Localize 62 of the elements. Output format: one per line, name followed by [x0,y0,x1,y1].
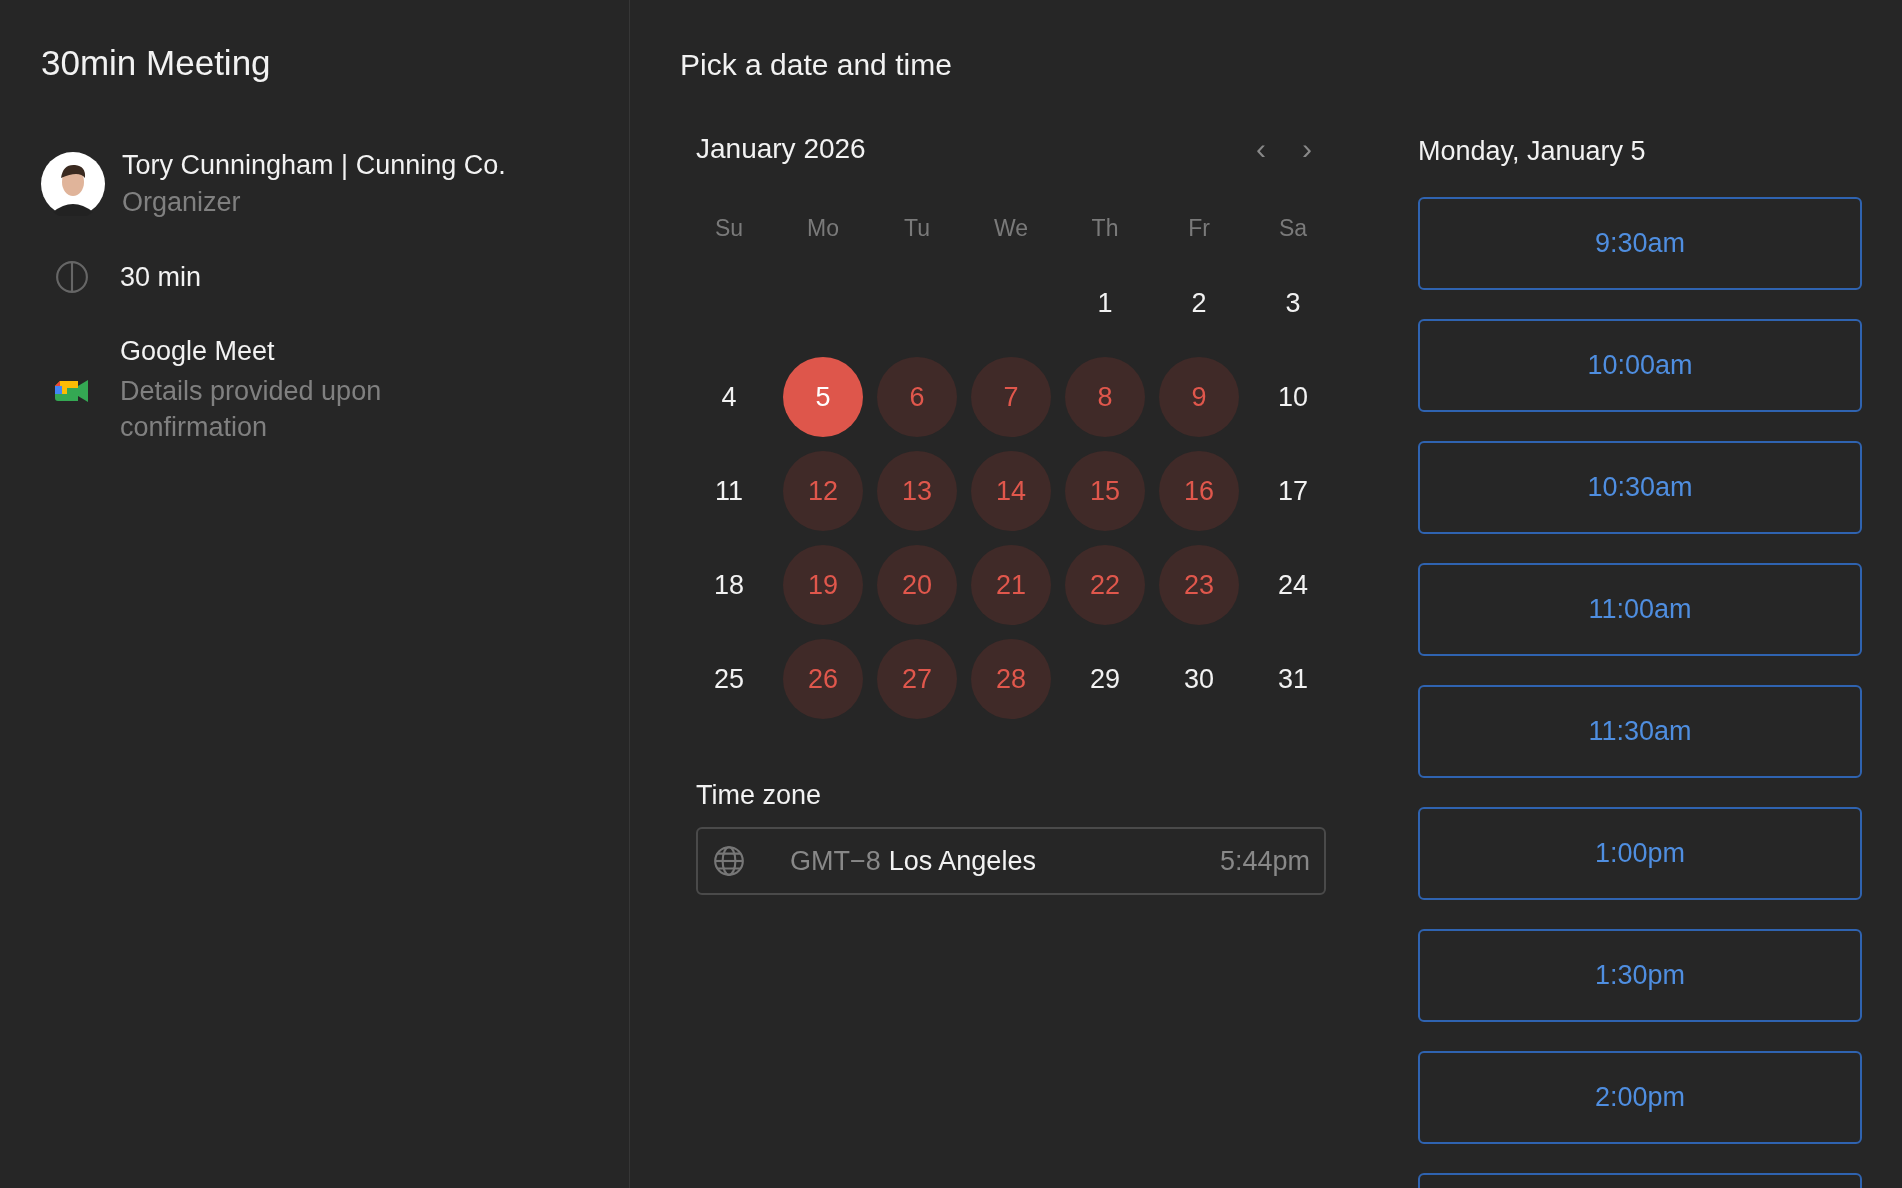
section-title: Pick a date and time [680,48,953,82]
day-number: 4 [721,381,737,413]
timezone-select[interactable]: GMT−8 Los Angeles 5:44pm [696,827,1326,895]
day-button[interactable]: 27 [877,639,957,719]
previous-month-button[interactable]: ‹ [1248,132,1274,166]
weekday-label: Sa [1277,213,1309,243]
half-circle-icon [55,260,89,294]
timezone-label: Time zone [696,780,823,811]
day-button[interactable]: 22 [1065,545,1145,625]
day-button[interactable]: 13 [877,451,957,531]
month-label: January 2026 [696,133,866,165]
day-number: 30 [1183,663,1214,695]
location-name: Google Meet [120,336,276,367]
time-slot-button[interactable]: 11:30am [1418,685,1862,778]
day-number: 3 [1285,287,1301,319]
day-number: 2 [1191,287,1207,319]
day-button[interactable]: 16 [1159,451,1239,531]
day-button[interactable]: 20 [877,545,957,625]
weekday-label: Th [1090,213,1120,243]
day-button[interactable]: 15 [1065,451,1145,531]
weekday-label: Tu [903,213,931,243]
time-slot-button[interactable]: 10:30am [1418,441,1862,534]
day-button[interactable]: 12 [783,451,863,531]
location-note: Details provided upon confirmation [120,375,383,444]
selected-date-heading: Monday, January 5 [1418,136,1647,167]
day-number: 24 [1277,569,1308,601]
next-month-button[interactable]: › [1294,132,1320,166]
day-button[interactable]: 7 [971,357,1051,437]
weekday-label: Mo [806,213,840,243]
day-button[interactable]: 8 [1065,357,1145,437]
organizer-name: Tory Cunningham | Cunning Co. [122,150,506,181]
day-number: 10 [1277,381,1308,413]
day-number: 17 [1277,475,1308,507]
avatar-icon [41,152,105,216]
day-button[interactable]: 6 [877,357,957,437]
time-slot-button[interactable]: 10:00am [1418,319,1862,412]
day-number: 31 [1277,663,1308,695]
day-button[interactable]: 14 [971,451,1051,531]
weekday-label: Su [713,213,745,243]
day-button[interactable]: 9 [1159,357,1239,437]
duration-text: 30 min [120,261,202,293]
globe-icon [712,844,746,878]
time-slot-button[interactable]: 11:00am [1418,563,1862,656]
day-number: 25 [713,663,744,695]
weekday-label: We [992,213,1030,243]
day-button[interactable]: 28 [971,639,1051,719]
time-slot-button[interactable]: 1:00pm [1418,807,1862,900]
day-number: 29 [1089,663,1120,695]
day-button[interactable]: 26 [783,639,863,719]
event-title: 30min Meeting [41,43,272,83]
day-button[interactable]: 5 [783,357,863,437]
time-slot-button[interactable]: 9:30am [1418,197,1862,290]
day-number: 11 [715,475,743,507]
time-slot-button[interactable]: 2:00pm [1418,1051,1862,1144]
day-number: 18 [713,569,744,601]
organizer-role: Organizer [122,187,242,218]
day-number: 1 [1097,287,1113,319]
time-slot-button[interactable]: 1:30pm [1418,929,1862,1022]
day-button[interactable]: 21 [971,545,1051,625]
weekday-label: Fr [1187,213,1211,243]
day-button[interactable]: 19 [783,545,863,625]
day-button[interactable]: 23 [1159,545,1239,625]
